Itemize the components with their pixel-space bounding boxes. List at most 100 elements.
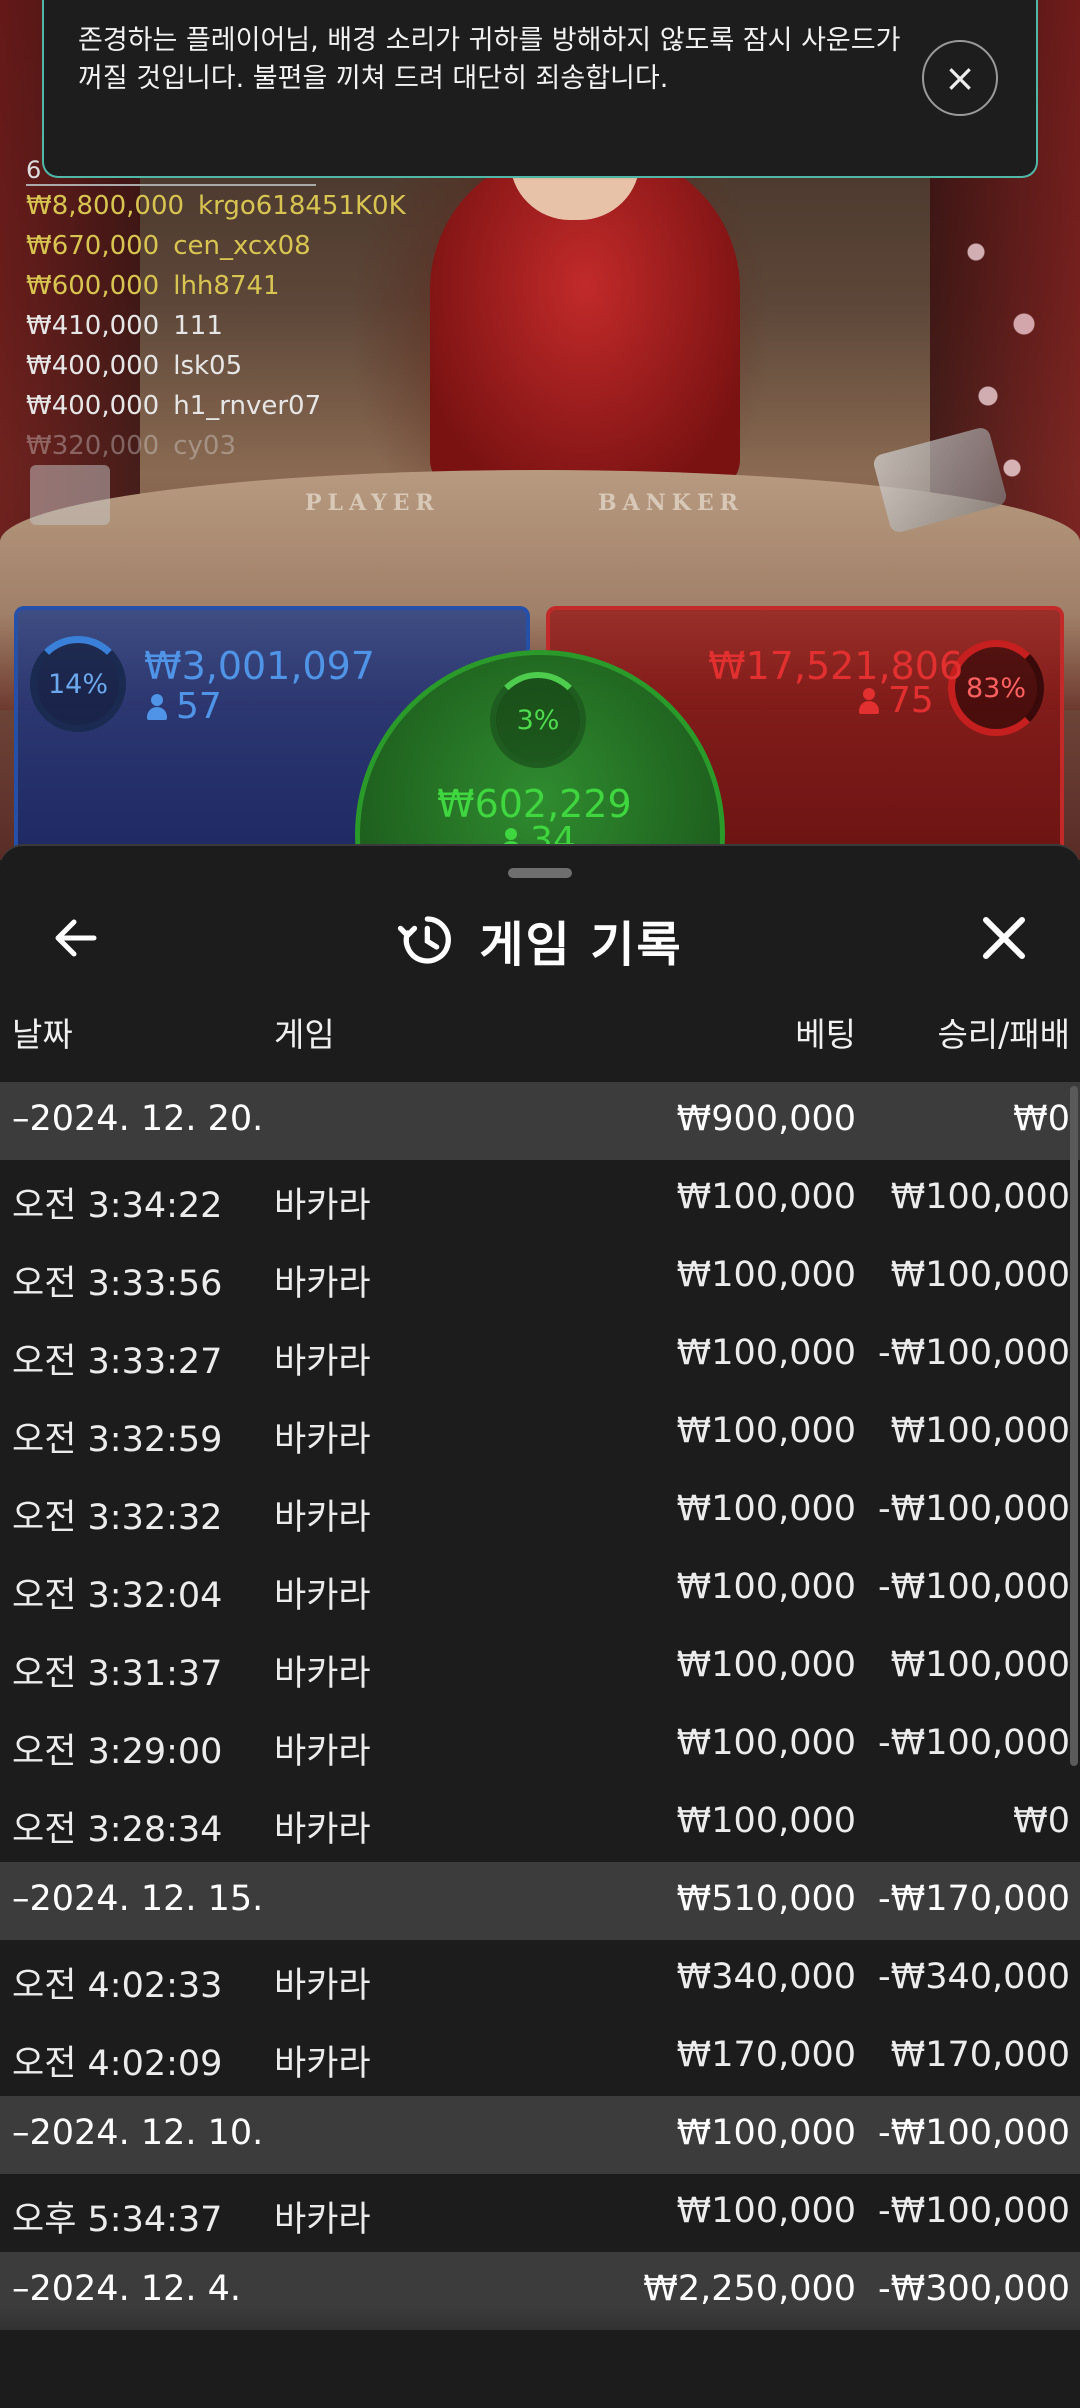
player-percent: 14% [47,668,108,700]
ticker-amount: ₩400,000 [26,351,160,381]
history-row[interactable]: 오전 3:32:32 바카라 ₩100,000 -₩100,000 [0,1472,1080,1550]
row-result: ₩0 [1013,1801,1070,1841]
date-group-row[interactable]: –2024. 12. 10. ₩100,000 -₩100,000 [0,2096,1080,2174]
row-bet: ₩340,000 [676,1957,856,1997]
history-row[interactable]: 오전 3:32:04 바카라 ₩100,000 -₩100,000 [0,1550,1080,1628]
banker-count-value: 75 [888,680,934,721]
sheet-drag-handle[interactable] [508,868,572,878]
table-label-banker: BANKER [598,490,744,516]
ticker-user: h1_rnver07 [173,391,322,421]
row-result: -₩100,000 [878,2191,1070,2231]
history-row[interactable]: 오전 3:28:34 바카라 ₩100,000 ₩0 [0,1784,1080,1862]
history-row[interactable]: 오전 4:02:33 바카라 ₩340,000 -₩340,000 [0,1940,1080,2018]
bet-ticker: 6 ₩8,800,000 krgo618451K0K ₩670,000 cen_xcx… [26,150,406,466]
history-row[interactable]: 오전 3:34:22 바카라 ₩100,000 ₩100,000 [0,1160,1080,1238]
ticker-row: ₩400,000 lsk05 [26,346,406,386]
history-row[interactable]: 오전 3:29:00 바카라 ₩100,000 -₩100,000 [0,1706,1080,1784]
column-header-game: 게임 [274,1015,335,1054]
column-header-bet: 베팅 [795,1015,856,1054]
row-game: 바카라 [274,1810,371,1850]
history-row[interactable]: 오전 4:02:09 바카라 ₩170,000 ₩170,000 [0,2018,1080,2096]
row-game: 바카라 [274,1654,371,1694]
game-history-sheet: 게임 기록 날짜 게임 베팅 승리/패배 –2024. 12. 20. ₩900,… [0,844,1080,2408]
history-list[interactable]: –2024. 12. 20. ₩900,000 ₩0 오전 3:34:22 바카라 ₩10… [0,1082,1080,2330]
row-result: -₩100,000 [878,1489,1070,1529]
ticker-user: lsk05 [173,351,243,381]
row-time: 오전 3:32:32 [12,1498,223,1538]
group-bet-total: ₩900,000 [676,1099,856,1139]
row-game: 바카라 [274,1420,371,1460]
history-row[interactable]: 오전 3:31:37 바카라 ₩100,000 ₩100,000 [0,1628,1080,1706]
group-result-total: -₩170,000 [878,1879,1070,1919]
row-game: 바카라 [274,2044,371,2084]
row-time: 오전 3:32:04 [12,1576,223,1616]
row-result: ₩100,000 [890,1255,1070,1295]
row-time: 오전 3:33:27 [12,1342,223,1382]
row-bet: ₩100,000 [676,1645,856,1685]
history-row[interactable]: 오후 5:34:37 바카라 ₩100,000 -₩100,000 [0,2174,1080,2252]
group-date: –2024. 12. 15. [12,1879,264,1919]
ticker-amount: ₩670,000 [26,231,160,261]
group-date: –2024. 12. 10. [12,2113,264,2153]
table-label-player: PLAYER [305,490,440,516]
group-result-total: -₩100,000 [878,2113,1070,2153]
back-arrow-icon[interactable] [46,908,106,968]
row-result: ₩170,000 [890,2035,1070,2075]
history-column-headers: 날짜 게임 베팅 승리/패배 [0,1008,1080,1064]
close-icon[interactable] [974,908,1034,968]
banker-count: 75 [858,680,934,721]
row-time: 오전 3:29:00 [12,1732,223,1772]
tie-percent-ring: 3% [490,672,586,768]
tie-percent: 3% [516,704,560,736]
close-icon: × [944,56,976,100]
group-bet-total: ₩2,250,000 [643,2269,856,2309]
row-result: -₩100,000 [878,1723,1070,1763]
ticker-amount: ₩600,000 [26,271,160,301]
row-time: 오전 4:02:09 [12,2044,223,2084]
row-bet: ₩100,000 [676,1723,856,1763]
history-row[interactable]: 오전 3:33:56 바카라 ₩100,000 ₩100,000 [0,1238,1080,1316]
column-header-result: 승리/패배 [937,1015,1070,1054]
group-bet-total: ₩100,000 [676,2113,856,2153]
row-game: 바카라 [274,1342,371,1382]
person-icon [858,688,880,714]
row-time: 오후 5:34:37 [12,2200,223,2240]
history-row[interactable]: 오전 3:32:59 바카라 ₩100,000 ₩100,000 [0,1394,1080,1472]
history-scrollbar[interactable] [1070,1086,1078,1766]
row-bet: ₩100,000 [676,1567,856,1607]
banker-percent: 83% [965,672,1026,704]
column-header-date: 날짜 [12,1015,73,1054]
row-game: 바카라 [274,1498,371,1538]
row-bet: ₩170,000 [676,2035,856,2075]
notification-close-button[interactable]: × [922,40,998,116]
group-date: –2024. 12. 20. [12,1099,264,1139]
sheet-header: 게임 기록 [0,900,1080,980]
group-date: –2024. 12. 4. [12,2269,242,2309]
row-bet: ₩100,000 [676,1333,856,1373]
row-result: ₩100,000 [890,1411,1070,1451]
ticker-user: 111 [173,311,223,341]
ticker-row: ₩410,000 111 [26,306,406,346]
ticker-amount: ₩400,000 [26,391,160,421]
group-bet-total: ₩510,000 [676,1879,856,1919]
row-result: -₩340,000 [878,1957,1070,1997]
history-icon [398,916,452,964]
date-group-row[interactable]: –2024. 12. 20. ₩900,000 ₩0 [0,1082,1080,1160]
player-count: 57 [146,686,222,727]
row-time: 오전 3:33:56 [12,1264,223,1304]
ticker-user: cen_xcx08 [173,231,311,261]
group-result-total: ₩0 [1013,1099,1070,1139]
ticker-row: ₩320,000 cy03 [26,426,406,466]
notification-message: 존경하는 플레이어님, 배경 소리가 귀하를 방해하지 않도록 잠시 사운드가 … [78,25,901,94]
history-row[interactable]: 오전 3:33:27 바카라 ₩100,000 -₩100,000 [0,1316,1080,1394]
row-game: 바카라 [274,1966,371,2006]
player-percent-ring: 14% [30,636,126,732]
player-count-value: 57 [176,686,222,727]
ticker-user: cy03 [173,431,236,461]
ticker-row: ₩400,000 h1_rnver07 [26,386,406,426]
date-group-row[interactable]: –2024. 12. 15. ₩510,000 -₩170,000 [0,1862,1080,1940]
list-fade-overlay [0,2306,1080,2408]
row-game: 바카라 [274,1732,371,1772]
row-time: 오전 3:28:34 [12,1810,223,1850]
row-bet: ₩100,000 [676,1489,856,1529]
